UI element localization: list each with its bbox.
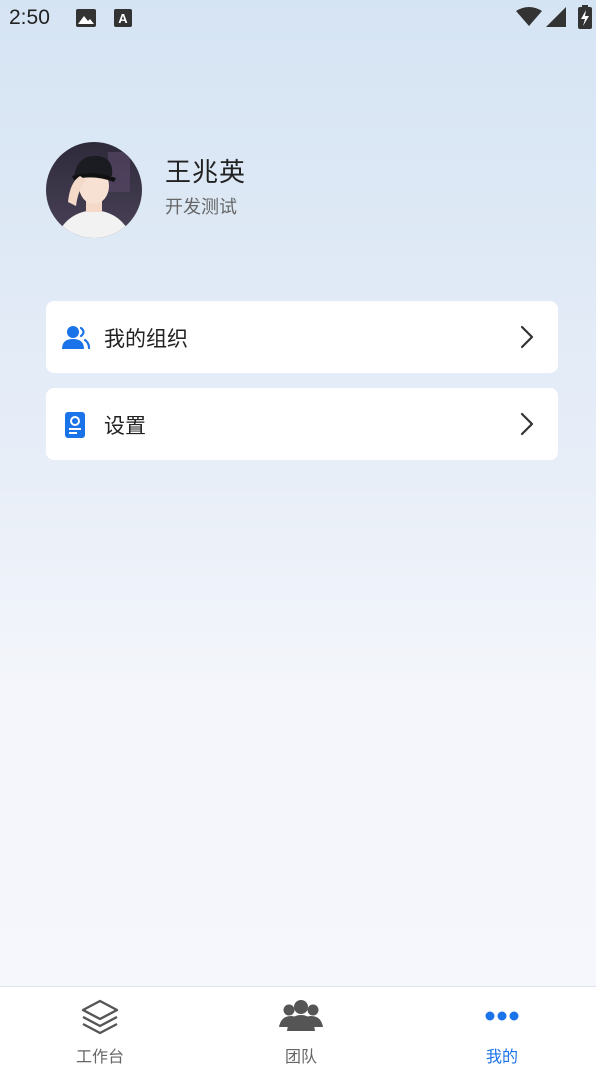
menu-item-settings[interactable]: 设置 <box>46 388 558 460</box>
user-name: 王兆英 <box>165 158 247 188</box>
nav-tab-workbench[interactable]: 工作台 <box>35 987 165 1068</box>
svg-text:A: A <box>118 11 128 26</box>
nav-tab-mine[interactable]: 我的 <box>437 987 567 1068</box>
battery-charging-icon <box>578 5 592 33</box>
status-time: 2:50 <box>9 6 50 29</box>
status-bar: 2:50 A <box>0 0 596 36</box>
image-icon <box>75 8 97 32</box>
menu-item-label: 我的组织 <box>104 327 188 351</box>
nav-label: 我的 <box>485 1047 518 1066</box>
signal-icon <box>546 7 566 31</box>
bottom-nav: 工作台 团队 我的 <box>0 986 596 1068</box>
more-dots-icon <box>484 1007 520 1026</box>
user-role: 开发测试 <box>165 197 237 218</box>
nav-label: 工作台 <box>75 1047 124 1066</box>
nav-label: 团队 <box>284 1047 317 1066</box>
menu-item-my-organization[interactable]: 我的组织 <box>46 301 558 373</box>
settings-icon <box>62 412 90 438</box>
menu-item-label: 设置 <box>104 414 146 438</box>
wifi-icon <box>516 7 542 31</box>
chevron-right-icon <box>520 412 534 440</box>
layers-icon <box>79 997 121 1043</box>
organization-icon <box>62 325 91 351</box>
team-icon <box>279 997 323 1041</box>
chevron-right-icon <box>520 325 534 353</box>
nav-tab-team[interactable]: 团队 <box>236 987 366 1068</box>
avatar[interactable] <box>46 142 142 238</box>
a-icon: A <box>113 8 133 32</box>
